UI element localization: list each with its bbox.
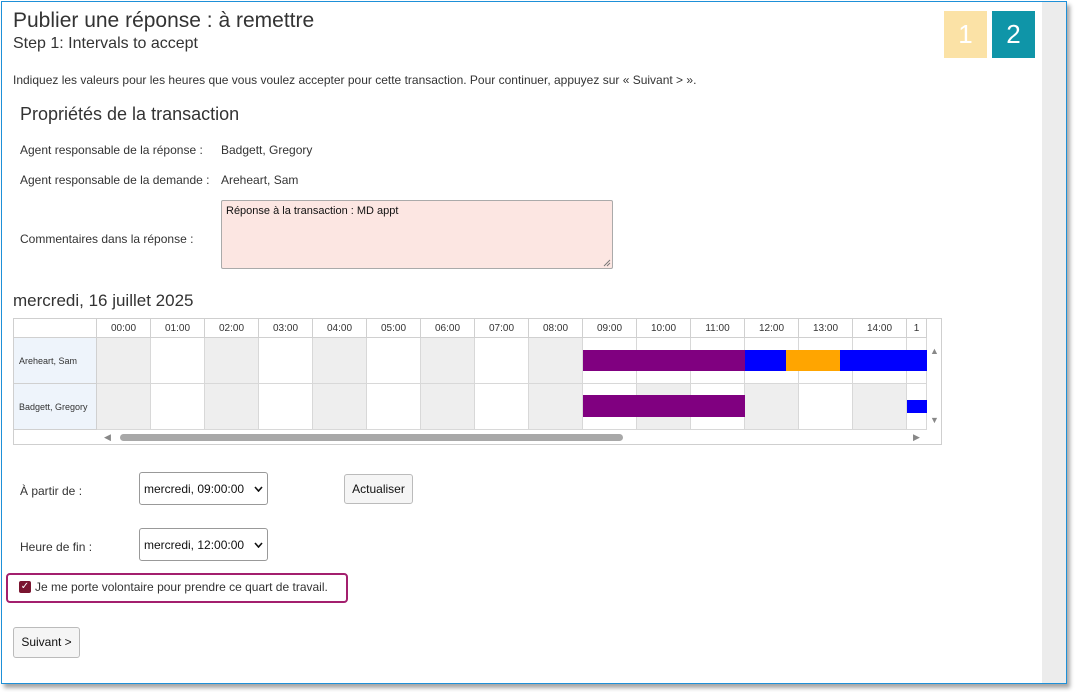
grid-horizontal-scrollbar[interactable]: ◀ ▶ bbox=[98, 430, 927, 444]
agent-name: Badgett, Gregory bbox=[19, 401, 88, 412]
end-time-value: mercredi, 12:00:00 bbox=[144, 537, 245, 552]
comments-textarea[interactable]: Réponse à la transaction : MD appt bbox=[221, 200, 613, 269]
hour-header: 12:00 bbox=[745, 319, 799, 338]
page-scrollbar[interactable] bbox=[1042, 2, 1066, 683]
next-button[interactable]: Suivant > bbox=[13, 627, 80, 658]
hour-header: 05:00 bbox=[367, 319, 421, 338]
volunteer-checkbox[interactable]: ✓ bbox=[19, 581, 31, 593]
schedule-cell bbox=[259, 384, 313, 430]
schedule-cell bbox=[313, 338, 367, 384]
responder-value: Badgett, Gregory bbox=[221, 143, 313, 157]
agent-name: Areheart, Sam bbox=[19, 355, 78, 366]
schedule-cell bbox=[97, 338, 151, 384]
schedule-cell bbox=[151, 384, 205, 430]
schedule-cell bbox=[853, 384, 907, 430]
step-2-indicator: 2 bbox=[992, 11, 1035, 58]
schedule-cell bbox=[745, 384, 799, 430]
schedule-date: mercredi, 16 juillet 2025 bbox=[13, 291, 194, 310]
instructions-text: Indiquez les valeurs pour les heures que… bbox=[13, 73, 697, 87]
dialog-frame: Publier une réponse : à remettre Step 1:… bbox=[1, 1, 1067, 684]
shift-bar-blue bbox=[745, 350, 787, 371]
shift-bar-blue bbox=[907, 400, 927, 413]
end-time-select[interactable]: mercredi, 12:00:00 bbox=[139, 528, 268, 561]
schedule-cell bbox=[529, 384, 583, 430]
schedule-cell bbox=[421, 338, 475, 384]
start-time-value: mercredi, 09:00:00 bbox=[144, 481, 245, 496]
hour-header: 11:00 bbox=[691, 319, 745, 338]
schedule-cell bbox=[259, 338, 313, 384]
hour-header: 02:00 bbox=[205, 319, 259, 338]
comments-text: Réponse à la transaction : MD appt bbox=[226, 205, 399, 217]
hour-header: 00:00 bbox=[97, 319, 151, 338]
schedule-grid: Areheart, Sam Badgett, Gregory ◀ ▶ ▲ ▼ 0… bbox=[13, 318, 942, 445]
shift-bar-purple bbox=[583, 395, 745, 417]
grid-corner bbox=[14, 319, 97, 338]
shift-bar-purple bbox=[583, 350, 745, 371]
hour-header: 04:00 bbox=[313, 319, 367, 338]
requester-value: Areheart, Sam bbox=[221, 173, 299, 187]
hour-header: 07:00 bbox=[475, 319, 529, 338]
grid-scroll-thumb[interactable] bbox=[120, 434, 623, 441]
properties-heading: Propriétés de la transaction bbox=[20, 104, 240, 124]
schedule-cell bbox=[151, 338, 205, 384]
scroll-up-icon[interactable]: ▲ bbox=[930, 346, 939, 356]
hour-header: 01:00 bbox=[151, 319, 205, 338]
chevron-down-icon bbox=[254, 485, 263, 492]
scroll-right-icon[interactable]: ▶ bbox=[913, 432, 920, 442]
hour-header: 08:00 bbox=[529, 319, 583, 338]
schedule-cell bbox=[97, 384, 151, 430]
schedule-cell bbox=[205, 384, 259, 430]
schedule-cell bbox=[421, 384, 475, 430]
scroll-left-icon[interactable]: ◀ bbox=[104, 432, 111, 442]
end-label: Heure de fin : bbox=[20, 540, 93, 554]
hour-header: 10:00 bbox=[637, 319, 691, 338]
chevron-down-icon bbox=[254, 541, 263, 548]
step-1-indicator: 1 bbox=[944, 11, 987, 58]
agent-row-label-2: Badgett, Gregory bbox=[14, 384, 97, 430]
schedule-cell bbox=[529, 338, 583, 384]
schedule-cell bbox=[367, 338, 421, 384]
hour-header: 1 bbox=[907, 319, 927, 338]
schedule-cell bbox=[475, 338, 529, 384]
schedule-cell bbox=[475, 384, 529, 430]
responder-label: Agent responsable de la réponse : bbox=[20, 143, 203, 157]
start-time-select[interactable]: mercredi, 09:00:00 bbox=[139, 472, 268, 505]
agent-row-label-1: Areheart, Sam bbox=[14, 338, 97, 384]
page-title: Publier une réponse : à remettre bbox=[13, 9, 315, 32]
refresh-button[interactable]: Actualiser bbox=[344, 474, 413, 504]
schedule-cell bbox=[313, 384, 367, 430]
start-label: À partir de : bbox=[20, 484, 83, 498]
scroll-down-icon[interactable]: ▼ bbox=[930, 415, 939, 425]
hour-header: 09:00 bbox=[583, 319, 637, 338]
hour-header: 06:00 bbox=[421, 319, 475, 338]
volunteer-label[interactable]: Je me porte volontaire pour prendre ce q… bbox=[35, 580, 328, 594]
page-subtitle: Step 1: Intervals to accept bbox=[13, 35, 198, 52]
schedule-cell bbox=[367, 384, 421, 430]
hour-header: 13:00 bbox=[799, 319, 853, 338]
schedule-cell bbox=[205, 338, 259, 384]
resize-handle-icon[interactable] bbox=[603, 259, 611, 267]
shift-bar-blue bbox=[840, 350, 927, 371]
comments-label: Commentaires dans la réponse : bbox=[20, 232, 194, 246]
schedule-cell bbox=[799, 384, 853, 430]
requester-label: Agent responsable de la demande : bbox=[20, 173, 210, 187]
shift-bar-orange bbox=[786, 350, 841, 371]
hour-header: 03:00 bbox=[259, 319, 313, 338]
hour-header: 14:00 bbox=[853, 319, 907, 338]
